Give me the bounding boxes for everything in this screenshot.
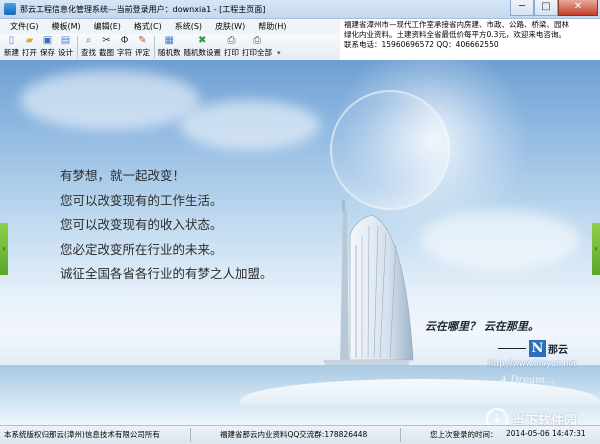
menu-file[interactable]: 文件(G) <box>10 21 38 32</box>
toolbar-button-character[interactable]: Φ 字符 <box>117 34 132 58</box>
dream-caption: A Dream... <box>500 375 555 386</box>
brand-name: 那云 <box>548 345 568 356</box>
toolbar-label: 打印全部 <box>242 48 272 57</box>
toolbar-button-find[interactable]: ⌕ 查找 <box>81 34 96 58</box>
random-number-icon: ▦ <box>164 35 174 46</box>
info-line: 福建省漳州市—现代工作室承接省内房建、市政、公路、桥梁、园林 <box>344 20 569 29</box>
menu-edit[interactable]: 编辑(E) <box>94 21 121 32</box>
toolbar-label: 评定 <box>135 48 150 57</box>
toolbar-button-screenshot[interactable]: ✂ 截图 <box>99 34 114 58</box>
menu-skin[interactable]: 皮肤(W) <box>215 21 245 32</box>
toolbar-button-random-settings[interactable]: ✖ 随机数设置 <box>184 34 222 58</box>
status-bar: 本系统版权归那云(漳州)信息技术有限公司所有 福建省那云内业资料QQ交流群:17… <box>0 425 600 444</box>
toolbar-separator <box>77 36 78 58</box>
close-button[interactable]: ✕ <box>558 0 598 16</box>
menu-bar: 文件(G) 模板(M) 编辑(E) 格式(C) 系统(S) 皮肤(W) 帮助(H… <box>0 19 340 34</box>
last-login-time: 2014-05-06 14:47:31 <box>506 429 586 438</box>
toolbar-button-print[interactable]: ⎙ 打印 <box>224 34 239 58</box>
save-icon: ▣ <box>42 35 53 46</box>
brand-logo-icon: N <box>529 340 546 357</box>
toolbar-button-save[interactable]: ▣ 保存 <box>40 34 55 58</box>
brand-tagline: 云在哪里？ 云在那里。 <box>425 320 539 333</box>
status-divider <box>400 428 401 442</box>
right-collapse-tab[interactable]: › <box>592 223 600 275</box>
toolbar-label: 打开 <box>22 48 37 57</box>
window-controls: ─ □ ✕ <box>510 0 598 16</box>
toolbar-label: 打印 <box>224 48 239 57</box>
screenshot-icon: ✂ <box>102 35 111 46</box>
download-arrow-icon: ↓ <box>486 408 508 425</box>
website-link[interactable]: http://www.inayun.net <box>488 359 577 368</box>
slogan-line: 您可以改变现有的收入状态。 <box>60 217 223 232</box>
menu-system[interactable]: 系统(S) <box>175 21 202 32</box>
info-panel: 福建省漳州市—现代工作室承接省内房建、市政、公路、桥梁、园林 绿化内业资料。土建… <box>340 19 600 60</box>
toolbar-label: 随机数设置 <box>183 48 222 57</box>
toolbar-label: 设计 <box>58 48 73 57</box>
character-icon: Φ <box>120 35 129 46</box>
print-icon: ⎙ <box>227 35 236 46</box>
app-icon <box>4 3 16 15</box>
watermark: ↓ 当下软件园 <box>486 408 577 425</box>
brand-logo-row: N 那云 <box>498 340 568 357</box>
status-divider <box>190 428 191 442</box>
menu-help[interactable]: 帮助(H) <box>258 21 286 32</box>
menu-template[interactable]: 模板(M) <box>51 21 80 32</box>
slogan-line: 有梦想，就一起改变！ <box>60 168 186 183</box>
minimize-button[interactable]: ─ <box>510 0 534 16</box>
info-line: 绿化内业资料。土建资料全省最低价每平方0.3元，欢迎来电咨询。 <box>344 30 566 39</box>
new-doc-icon: ▯ <box>8 35 15 46</box>
menu-format[interactable]: 格式(C) <box>134 21 162 32</box>
toolbar-button-new-doc[interactable]: ▯ 新建 <box>4 34 19 58</box>
copyright-text: 本系统版权归那云(漳州)信息技术有限公司所有 <box>4 430 160 439</box>
toolbar-button-random-number[interactable]: ▦ 随机数 <box>158 34 181 58</box>
design-icon: ▤ <box>60 35 71 46</box>
toolbar-button-evaluate[interactable]: ✎ 评定 <box>135 34 150 58</box>
title-bar: 那云工程信息化管理系统---当前登录用户：downxia1 - [工程主页面] … <box>0 0 600 19</box>
find-icon: ⌕ <box>85 35 92 46</box>
toolbar-label: 字符 <box>117 48 132 57</box>
random-settings-icon: ✖ <box>198 35 207 46</box>
toolbar-separator <box>154 36 155 58</box>
slogan-line: 您可以改变现有的工作生活。 <box>60 192 223 208</box>
maximize-button[interactable]: □ <box>534 0 558 16</box>
toolbar-label: 截图 <box>99 48 114 57</box>
print-all-icon: ⎙ <box>253 35 261 46</box>
contact-line: 联系电话：15960696572 QQ：406662550 <box>344 40 499 49</box>
evaluate-icon: ✎ <box>138 35 147 46</box>
watermark-text: 当下软件园 <box>512 413 578 426</box>
toolbar-label: 保存 <box>40 48 55 57</box>
main-banner: 有梦想，就一起改变！ 您可以改变现有的工作生活。 您可以改变现有的收入状态。 您… <box>0 60 600 425</box>
left-collapse-tab[interactable]: ‹ <box>0 223 8 275</box>
toolbar: ▯ 新建 ▰ 打开 ▣ 保存 ▤ 设计 ⌕ 查找 ✂ 截图 Φ 字符 ✎ 评定 ▦ 随机数 ✖ 随机数设置 ⎙ 打印 ⎙ 打印… <box>0 34 340 60</box>
slogan-block: 有梦想，就一起改变！ 您可以改变现有的工作生活。 您可以改变现有的收入状态。 您… <box>60 164 273 287</box>
toolbar-label: 随机数 <box>158 48 181 57</box>
open-folder-icon: ▰ <box>25 35 34 46</box>
toolbar-button-design[interactable]: ▤ 设计 <box>58 34 73 58</box>
toolbar-button-open-folder[interactable]: ▰ 打开 <box>22 34 37 58</box>
toolbar-button-print-all[interactable]: ⎙ 打印全部 <box>242 34 272 58</box>
dash-decoration <box>498 348 526 349</box>
slogan-line: 您必定改变所在行业的未来。 <box>60 241 223 257</box>
slogan-line: 诚征全国各省各行业的有梦之人加盟。 <box>60 266 273 281</box>
window-title: 那云工程信息化管理系统---当前登录用户：downxia1 - [工程主页面] <box>20 5 266 14</box>
qq-group-text: 福建省那云内业资料QQ交流群:178826448 <box>220 430 368 439</box>
toolbar-overflow-icon[interactable]: ▾ <box>277 49 281 57</box>
last-login-label: 您上次登录的时间： <box>430 430 498 439</box>
toolbar-label: 新建 <box>4 48 19 57</box>
toolbar-label: 查找 <box>81 48 96 57</box>
